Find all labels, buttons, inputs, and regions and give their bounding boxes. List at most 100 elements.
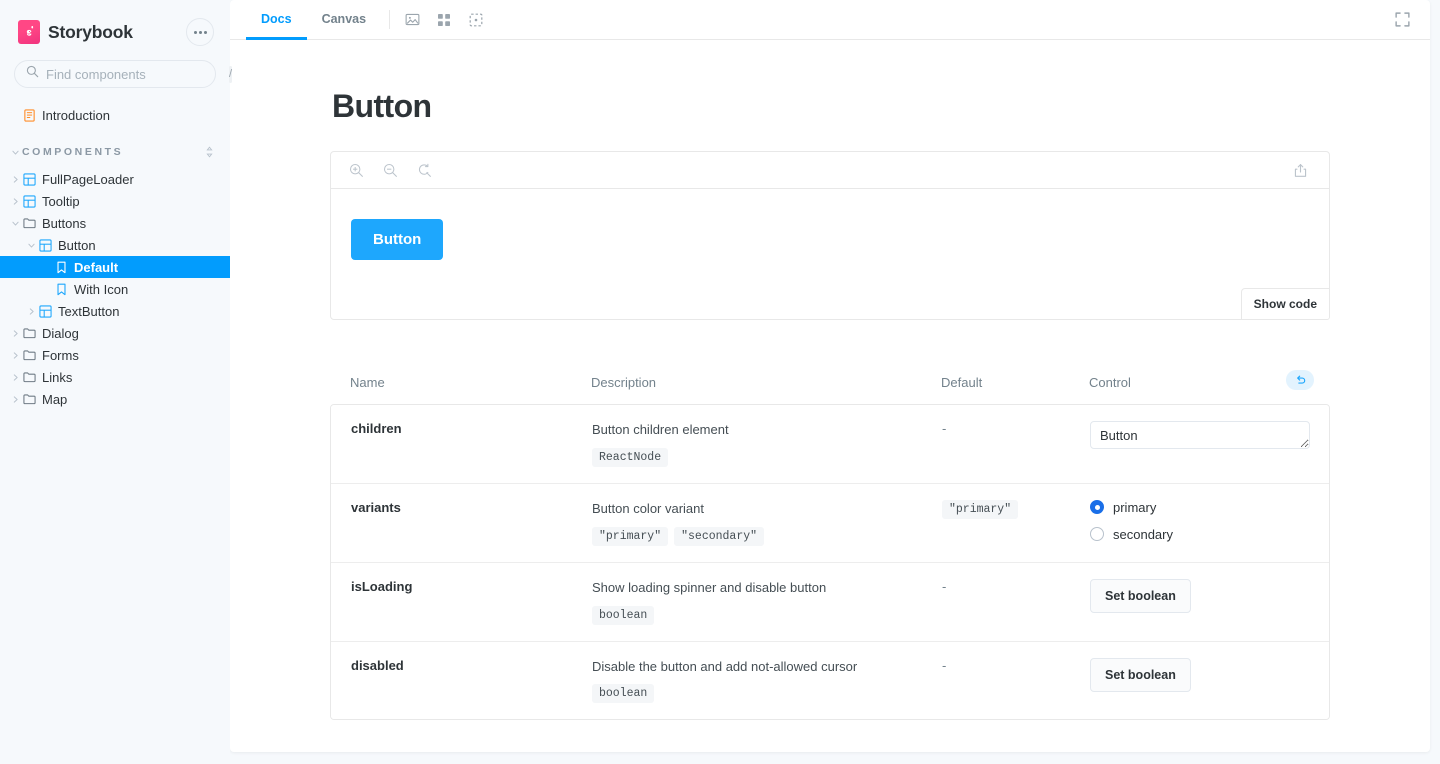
sidebar-item-label: Introduction xyxy=(42,107,110,123)
sidebar-item-dialog[interactable]: Dialog xyxy=(0,322,230,344)
caret-down-icon[interactable] xyxy=(10,218,20,228)
page-title: Button xyxy=(332,88,432,124)
folder-icon xyxy=(22,216,36,230)
arg-default-value: "primary" xyxy=(942,499,1019,519)
sidebar-item-forms[interactable]: Forms xyxy=(0,344,230,366)
zoom-in-icon[interactable] xyxy=(343,157,369,183)
section-title: COMPONENTS xyxy=(22,146,124,158)
measure-icon[interactable] xyxy=(462,6,490,34)
image-icon[interactable] xyxy=(398,6,426,34)
sidebar-item-button[interactable]: Button xyxy=(0,234,230,256)
zoom-reset-icon[interactable] xyxy=(411,157,437,183)
arg-name: isLoading xyxy=(351,578,413,594)
document-icon xyxy=(22,108,36,122)
sidebar-item-buttons[interactable]: Buttons xyxy=(0,212,230,234)
toolbar-divider xyxy=(389,10,391,29)
radio-selected-icon[interactable] xyxy=(1090,500,1104,515)
main-area: Docs Canvas Button Button Show code Name… xyxy=(230,0,1440,764)
grid-icon[interactable] xyxy=(430,6,458,34)
brand[interactable]: Storybook xyxy=(18,20,133,44)
storybook-app: Storybook / xyxy=(0,0,1440,764)
sidebar-item-label: Default xyxy=(74,259,119,275)
section-header-components[interactable]: COMPONENTS xyxy=(0,140,230,164)
radio-unselected-icon[interactable] xyxy=(1090,527,1104,542)
args-header-row: Name Description Default Control xyxy=(330,370,1330,404)
story-preview: Button Show code xyxy=(330,151,1330,320)
table-row: disabled Disable the button and add not-a… xyxy=(331,641,1329,719)
component-grid-icon xyxy=(38,304,52,318)
sidebar-item-map[interactable]: Map xyxy=(0,388,230,410)
column-header-name: Name xyxy=(350,375,385,390)
table-row: children Button children element ReactNode… xyxy=(331,405,1329,484)
arg-type-chip: "secondary" xyxy=(674,526,765,546)
sidebar-item-fullpageloader[interactable]: FullPageLoader xyxy=(0,168,230,190)
sidebar-header: Storybook xyxy=(0,0,230,46)
caret-down-icon[interactable] xyxy=(26,240,36,250)
set-boolean-button[interactable]: Set boolean xyxy=(1090,657,1191,692)
column-header-description: Description xyxy=(591,375,657,390)
caret-right-icon[interactable] xyxy=(10,174,20,184)
radio-option-label: primary xyxy=(1113,499,1157,515)
component-grid-icon xyxy=(38,238,52,252)
args-table-body: children Button children element ReactNode… xyxy=(331,405,1329,720)
tree-rows: FullPageLoader Tooltip Buttons Button Defaul… xyxy=(0,168,230,410)
column-header-reset xyxy=(1270,370,1330,404)
caret-right-icon[interactable] xyxy=(10,372,20,382)
panel-right-tools xyxy=(1388,0,1416,39)
sidebar-item-label: Map xyxy=(42,391,68,407)
search-box[interactable]: / xyxy=(14,60,233,88)
panel-toolbar: Docs Canvas xyxy=(230,0,1430,40)
caret-right-icon[interactable] xyxy=(26,306,36,316)
sidebar-item-links[interactable]: Links xyxy=(0,366,230,388)
sidebar-item-textbutton[interactable]: TextButton xyxy=(0,300,230,322)
caret-right-icon[interactable] xyxy=(10,350,20,360)
tab-docs[interactable]: Docs xyxy=(246,0,307,40)
set-boolean-button[interactable]: Set boolean xyxy=(1090,578,1191,613)
arg-name: disabled xyxy=(351,657,404,673)
args-table-body-table: children Button children element ReactNode… xyxy=(331,405,1329,720)
arg-description: Button children element xyxy=(592,422,729,437)
reset-controls-button[interactable] xyxy=(1286,370,1314,390)
storybook-logo-icon xyxy=(18,20,40,44)
caret-placeholder xyxy=(42,262,52,272)
folder-icon xyxy=(22,326,36,340)
search-input[interactable] xyxy=(46,66,222,82)
fullscreen-icon[interactable] xyxy=(1388,6,1416,34)
show-code-button[interactable]: Show code xyxy=(1240,288,1330,320)
sidebar-item-default[interactable]: Default xyxy=(0,256,230,278)
caret-down-icon xyxy=(10,147,20,157)
arg-control-cell: Button xyxy=(1075,405,1329,483)
arg-default-cell: - xyxy=(927,641,1075,719)
sidebar-item-introduction[interactable]: Introduction xyxy=(0,104,230,126)
caret-right-icon[interactable] xyxy=(10,394,20,404)
arg-default-value: - xyxy=(942,421,947,436)
arg-radio-group: primary secondary xyxy=(1090,500,1314,542)
ellipsis-icon xyxy=(193,30,197,34)
arg-description: Disable the button and add not-allowed c… xyxy=(592,658,858,674)
arg-control-cell: Set boolean xyxy=(1075,641,1329,719)
docs-scroll-area[interactable]: Button Button Show code Name Description… xyxy=(230,40,1430,752)
caret-right-icon[interactable] xyxy=(10,328,20,338)
radio-option[interactable]: secondary xyxy=(1090,527,1314,542)
sidebar-item-with-icon[interactable]: With Icon xyxy=(0,278,230,300)
sort-icon[interactable] xyxy=(205,146,214,158)
sidebar-menu-button[interactable] xyxy=(186,18,214,46)
zoom-out-icon[interactable] xyxy=(377,157,403,183)
sidebar-item-label: Button xyxy=(58,237,96,253)
story-bookmark-icon xyxy=(54,260,68,274)
arg-type-list: boolean xyxy=(592,605,912,625)
sidebar: Storybook / xyxy=(0,0,233,764)
tab-canvas[interactable]: Canvas xyxy=(307,0,381,40)
ellipsis-icon xyxy=(198,30,202,34)
radio-option[interactable]: primary xyxy=(1090,500,1314,515)
arg-type-list: "primary" "secondary" xyxy=(592,526,912,546)
demo-button[interactable]: Button xyxy=(351,219,444,260)
share-icon[interactable] xyxy=(1287,157,1313,183)
arg-text-control[interactable]: Button xyxy=(1090,421,1310,449)
arg-default-cell: "primary" xyxy=(927,483,1075,562)
brand-name: Storybook xyxy=(48,21,133,42)
caret-right-icon[interactable] xyxy=(10,196,20,206)
arg-type-chip: boolean xyxy=(592,684,655,704)
sidebar-item-tooltip[interactable]: Tooltip xyxy=(0,190,230,212)
radio-option-label: secondary xyxy=(1113,526,1173,542)
